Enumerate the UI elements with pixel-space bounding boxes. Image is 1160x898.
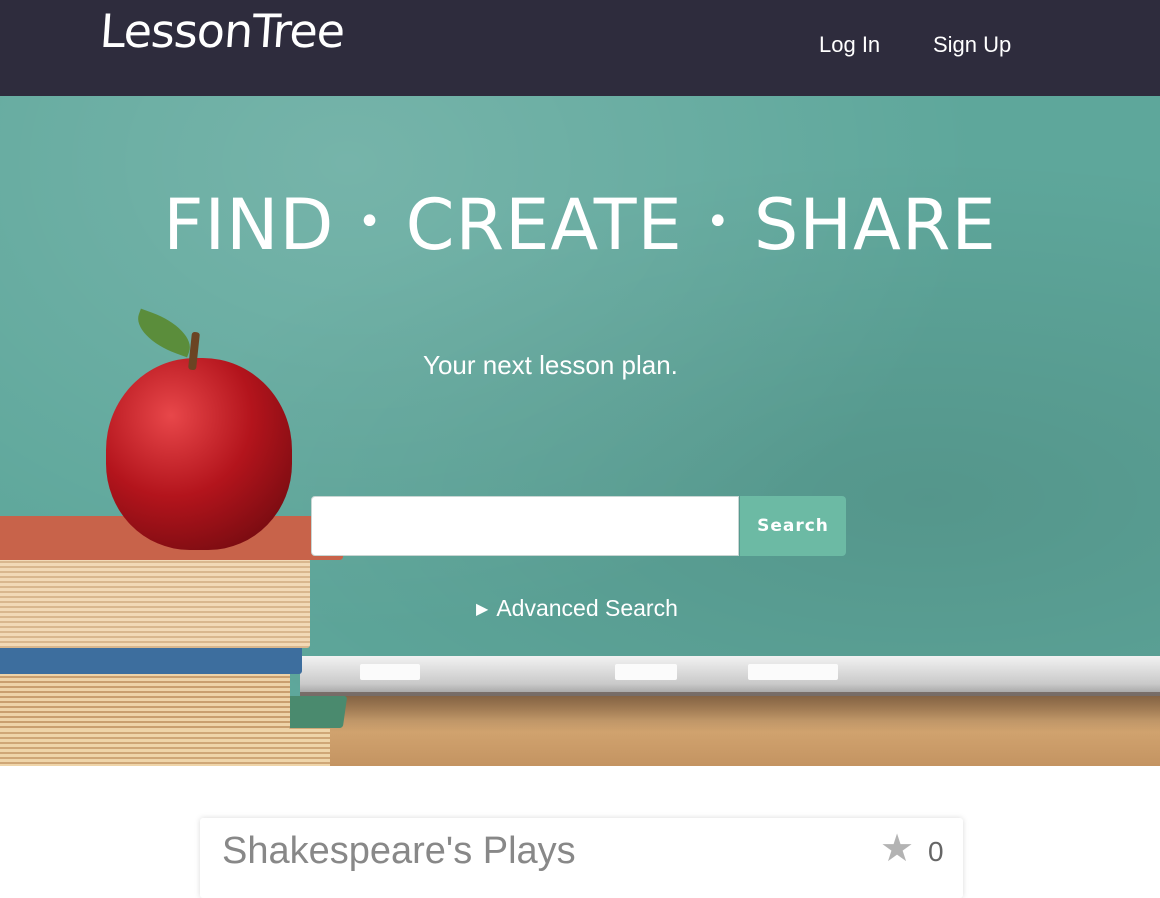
hero-title-dot: • [706,199,731,245]
book-pages [0,724,330,766]
star-icon[interactable]: ★ [880,826,914,870]
hero-title-dot: • [357,199,383,245]
hero-title-create: CREATE [405,184,683,266]
book-pages [0,668,290,730]
chalkboard-ledge [300,656,1160,696]
blue-book [0,644,302,674]
signup-link[interactable]: Sign Up [933,32,1011,58]
chalk-piece [615,664,677,680]
login-link[interactable]: Log In [819,32,880,58]
triangle-right-icon: ▶ [476,601,489,618]
desk-shadow [300,692,1160,732]
hero-title-share: SHARE [753,184,997,266]
top-navbar: LessonTree Log In Sign Up [0,0,1160,96]
chalk-piece [748,664,838,680]
advanced-search-toggle[interactable]: ▶ Advanced Search [476,595,678,622]
apple-leaf [130,308,198,358]
lesson-card-title[interactable]: Shakespeare's Plays [222,830,576,873]
book-pages [0,558,310,648]
search-input[interactable] [311,496,739,556]
search-button[interactable]: Search [740,496,846,556]
apple-image [106,358,292,550]
chalk-piece [360,664,420,680]
star-count: 0 [928,836,944,867]
hero-banner: FIND • CREATE • SHARE Your next lesson p… [0,96,1160,766]
advanced-search-label: Advanced Search [496,595,678,621]
lesson-card[interactable]: Shakespeare's Plays ★ 0 [200,818,963,898]
brand-logo[interactable]: LessonTree [98,4,346,58]
hero-subtitle: Your next lesson plan. [423,350,678,380]
hero-title: FIND • CREATE • SHARE [0,184,1160,266]
hero-title-find: FIND [163,184,335,266]
